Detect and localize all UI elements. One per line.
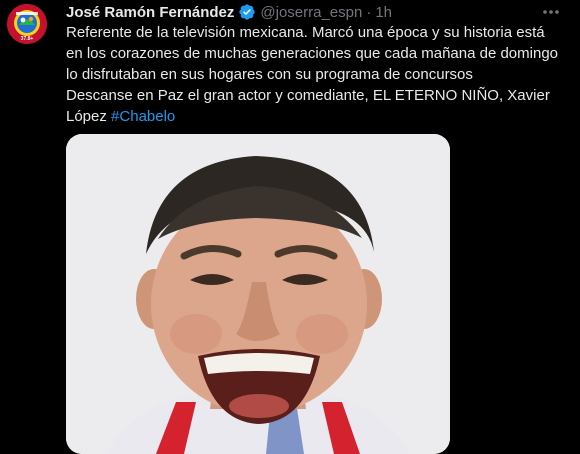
- timestamp[interactable]: 1h: [375, 4, 392, 21]
- tweet-media-image[interactable]: [66, 134, 450, 454]
- more-options-icon[interactable]: [540, 4, 562, 20]
- author-handle[interactable]: @joserra_espn: [260, 4, 362, 21]
- separator-dot: ·: [366, 3, 372, 21]
- tweet[interactable]: 37.8+ José Ramón Fernández @joserra_espn…: [0, 0, 580, 454]
- avatar[interactable]: 37.8+: [7, 4, 47, 44]
- tweet-header: José Ramón Fernández @joserra_espn · 1h: [66, 2, 392, 22]
- tweet-text-line: lo disfrutaban en sus hogares con su pro…: [66, 66, 473, 83]
- tweet-text: Referente de la televisión mexicana. Mar…: [66, 22, 572, 127]
- author-name[interactable]: José Ramón Fernández: [66, 4, 234, 21]
- tweet-text-line-prefix: López: [66, 108, 112, 125]
- tweet-text-line: Descanse en Paz el gran actor y comedian…: [66, 87, 550, 104]
- avatar-badge-text: 37.8+: [21, 36, 34, 42]
- verified-badge-icon: [238, 3, 256, 21]
- tweet-text-line: Referente de la televisión mexicana. Mar…: [66, 24, 545, 41]
- avatar-logo-icon: 37.8+: [7, 4, 47, 44]
- tweet-text-line: en los corazones de muchas generaciones …: [66, 45, 558, 62]
- portrait-photo: [66, 134, 450, 454]
- tweet-text-last-line: López #Chabelo: [66, 106, 572, 127]
- hashtag-link[interactable]: #Chabelo: [111, 108, 175, 125]
